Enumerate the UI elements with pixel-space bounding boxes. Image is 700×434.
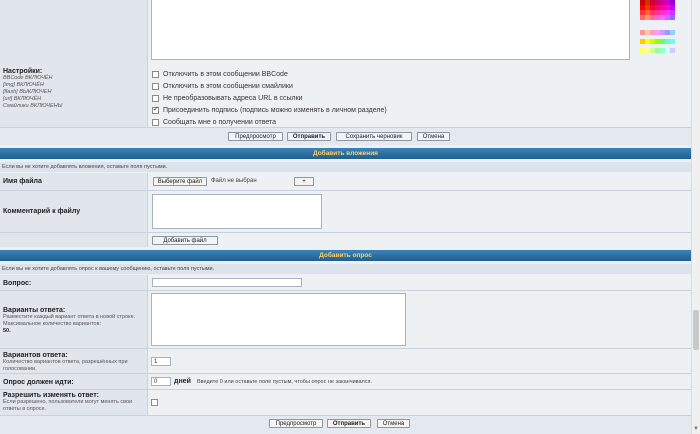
allow-change-help: Если разрешено, пользователи могут менят… (3, 399, 133, 412)
poll-note: Если вы не хотите добавлять опрос к ваше… (0, 264, 691, 274)
scroll-down-arrow-icon[interactable]: ▼ (693, 426, 699, 432)
allow-change-input-cell (148, 390, 691, 415)
choose-file-button[interactable]: Выберите файл (153, 177, 207, 186)
attachments-header: Добавить вложения (0, 148, 691, 159)
duration-label-cell: Опрос должен идти: (0, 374, 148, 389)
option-checkbox[interactable] (152, 70, 159, 78)
option-checkbox[interactable] (152, 118, 159, 126)
comment-label-cell: Комментарий к файлу (0, 191, 148, 232)
file-label: Имя файла (3, 178, 42, 185)
page: Настройки: BBCode ВКЛЮЧЁН [img] ВКЛЮЧЁН … (0, 0, 691, 434)
duration-unit: дней (174, 378, 191, 385)
file-label-cell: Имя файла (0, 173, 148, 190)
settings-status-bbcode: BBCode ВКЛЮЧЁН (3, 75, 53, 81)
option-disable-smilies[interactable]: Отключить в этом сообщении смайлики (152, 81, 293, 91)
bottom-cancel-button[interactable]: Отмена (377, 419, 410, 428)
poll-options-textarea[interactable] (151, 293, 406, 346)
cancel-button[interactable]: Отмена (417, 132, 450, 141)
color-swatch[interactable] (670, 39, 675, 44)
poll-options-max: 50. (3, 328, 11, 334)
message-textarea[interactable] (151, 0, 630, 60)
option-checkbox[interactable] (152, 94, 159, 102)
poll-options-label: Варианты ответа: (3, 307, 66, 314)
comment-row: Комментарий к файлу (0, 191, 691, 233)
option-label: Присоединить подпись (подпись можно изме… (163, 106, 387, 114)
duration-label: Опрос должен идти: (3, 379, 74, 386)
duration-help: Введите 0 или оставьте поле пустым, чтоб… (197, 379, 373, 385)
option-label: Отключить в этом сообщении BBCode (163, 70, 288, 78)
file-comment-textarea[interactable] (152, 194, 322, 229)
poll-question-input[interactable] (152, 278, 302, 287)
max-options-input-cell (148, 349, 691, 373)
bottom-preview-button[interactable]: Предпросмотр (269, 419, 323, 428)
color-swatch[interactable] (670, 15, 675, 20)
preview-button[interactable]: Предпросмотр (228, 132, 283, 141)
color-swatch[interactable] (670, 48, 675, 53)
submit-button[interactable]: Отправить (287, 132, 331, 141)
max-options-row: Вариантов ответа: Количество вариантов о… (0, 349, 691, 374)
file-row: Имя файла (0, 173, 691, 191)
allow-change-row: Разрешить изменять ответ: Если разрешено… (0, 390, 691, 416)
page-scrollbar[interactable]: ▼ (691, 0, 700, 434)
add-file-button[interactable]: Добавить файл (152, 236, 218, 245)
poll-options-help: Разместите каждый вариант ответа в новой… (3, 314, 136, 327)
option-disable-bbcode[interactable]: Отключить в этом сообщении BBCode (152, 69, 288, 79)
allow-change-label-cell: Разрешить изменять ответ: Если разрешено… (0, 390, 148, 415)
option-checkbox[interactable] (152, 82, 159, 90)
max-options-label-cell: Вариантов ответа: Количество вариантов о… (0, 349, 148, 373)
color-swatch[interactable] (670, 30, 675, 35)
allow-change-checkbox[interactable] (151, 399, 158, 406)
add-file-cell (148, 233, 691, 247)
bottom-submit-button[interactable]: Отправить (327, 419, 371, 428)
settings-status-smilies: Смайлики ВКЛЮЧЕНЫ (3, 103, 63, 109)
option-label: Сообщать мне о получении ответа (163, 118, 277, 126)
max-options-help: Количество вариантов ответа, разрешённых… (3, 359, 128, 372)
question-row: Вопрос: (0, 275, 691, 291)
option-label: Не преобразовывать адреса URL в ссылки (163, 94, 303, 102)
settings-status-url: [url] ВКЛЮЧЁН (3, 96, 42, 102)
add-file-label-cell (0, 233, 148, 247)
comment-label: Комментарий к файлу (3, 208, 81, 215)
save-draft-button[interactable]: Сохранить черновик (336, 132, 412, 141)
settings-title: Настройки: (3, 68, 43, 75)
option-no-url-links[interactable]: Не преобразовывать адреса URL в ссылки (152, 93, 303, 103)
question-label-cell: Вопрос: (0, 275, 148, 290)
scrollbar-thumb[interactable] (693, 310, 699, 350)
settings-row: Настройки: BBCode ВКЛЮЧЁН [img] ВКЛЮЧЁН … (0, 66, 691, 128)
max-options-label: Вариантов ответа: (3, 352, 68, 359)
poll-options-label-cell: Варианты ответа: Разместите каждый вариа… (0, 291, 148, 348)
poll-header: Добавить опрос (0, 250, 691, 261)
option-checkbox[interactable] (152, 105, 159, 114)
attachments-note: Если вы не хотите добавлять вложения, ос… (0, 162, 691, 172)
add-attachment-button[interactable]: + (294, 177, 314, 186)
settings-label-cell: Настройки: BBCode ВКЛЮЧЁН [img] ВКЛЮЧЁН … (0, 66, 148, 127)
option-notify-reply[interactable]: Сообщать мне о получении ответа (152, 117, 276, 127)
question-label: Вопрос: (3, 280, 32, 287)
settings-status-flash: [flash] ВЫКЛЮЧЕН (3, 89, 52, 95)
no-file-text: Файл не выбран (211, 178, 257, 184)
settings-status-img: [img] ВКЛЮЧЁН (3, 82, 44, 88)
max-options-input[interactable]: 1 (151, 357, 171, 366)
allow-change-label: Разрешить изменять ответ: (3, 392, 99, 399)
duration-input[interactable]: 0 (151, 377, 171, 386)
add-file-row (0, 233, 691, 247)
option-attach-signature[interactable]: Присоединить подпись (подпись можно изме… (152, 105, 387, 115)
option-label: Отключить в этом сообщении смайлики (163, 82, 293, 90)
message-label-cell (0, 0, 148, 66)
